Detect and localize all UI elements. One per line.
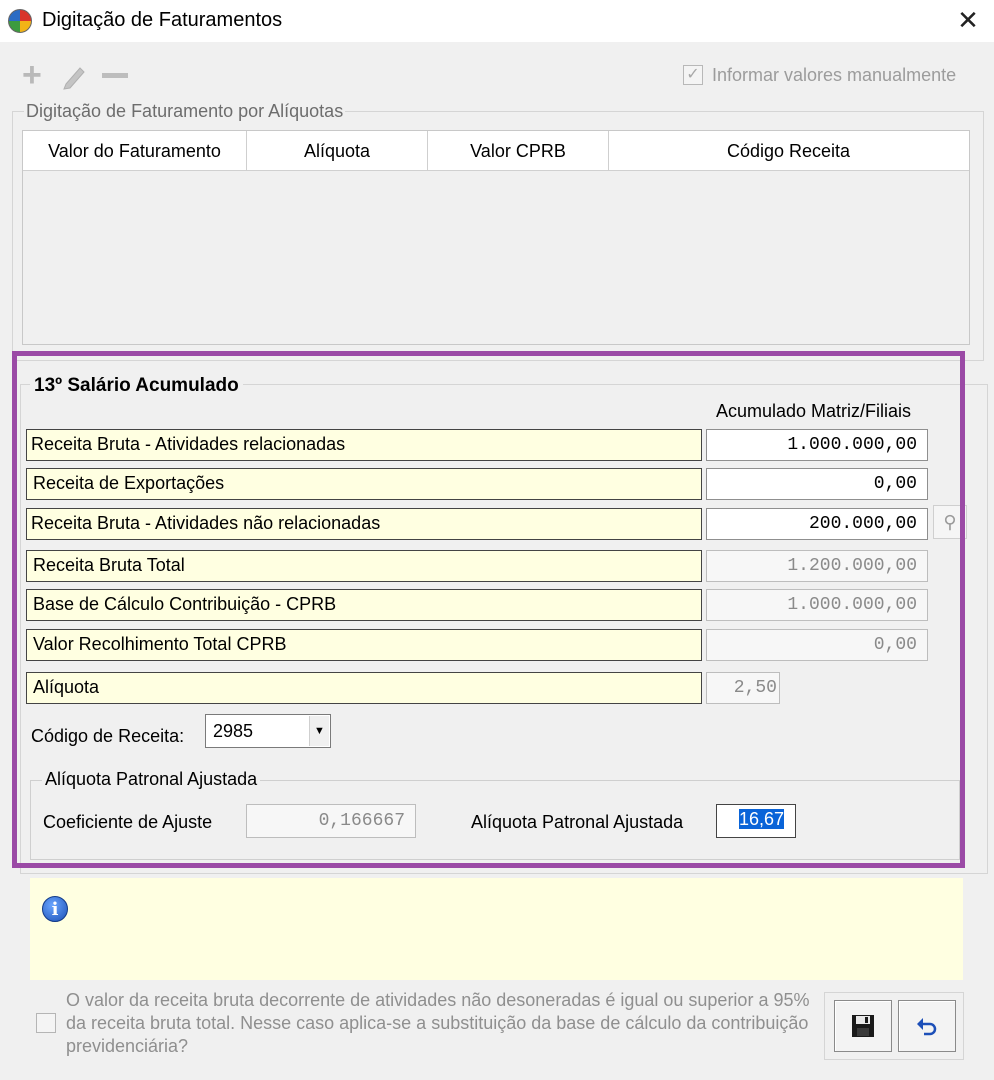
window-title: Digitação de Faturamentos	[42, 9, 283, 31]
col-valor-faturamento[interactable]: Valor do Faturamento	[23, 131, 247, 171]
info-panel	[30, 878, 963, 980]
pencil-icon[interactable]	[60, 62, 90, 90]
substituicao-checkbox[interactable]	[36, 1013, 56, 1033]
undo-icon	[917, 1018, 937, 1036]
close-button[interactable]: ✕	[952, 4, 984, 36]
aliquotas-grid[interactable]: Valor do Faturamento Alíquota Valor CPRB…	[22, 130, 970, 345]
save-icon	[852, 1015, 874, 1037]
highlight-frame	[12, 351, 965, 868]
app-icon	[8, 9, 32, 33]
col-codigo-receita[interactable]: Código Receita	[609, 131, 968, 171]
manual-values-label: Informar valores manualmente	[712, 65, 957, 85]
minus-icon[interactable]	[102, 73, 128, 78]
substituicao-text: O valor da receita bruta decorrente de a…	[66, 990, 810, 1056]
col-aliquota[interactable]: Alíquota	[247, 131, 428, 171]
info-icon: i	[42, 896, 68, 922]
save-button[interactable]	[834, 1000, 892, 1052]
aliquotas-group-title: Digitação de Faturamento por Alíquotas	[24, 101, 346, 122]
manual-values-checkbox[interactable]: ✓	[683, 65, 703, 85]
col-valor-cprb[interactable]: Valor CPRB	[428, 131, 609, 171]
grid-header: Valor do Faturamento Alíquota Valor CPRB…	[23, 131, 969, 171]
plus-icon[interactable]: +	[22, 58, 42, 92]
undo-button[interactable]	[898, 1000, 956, 1052]
